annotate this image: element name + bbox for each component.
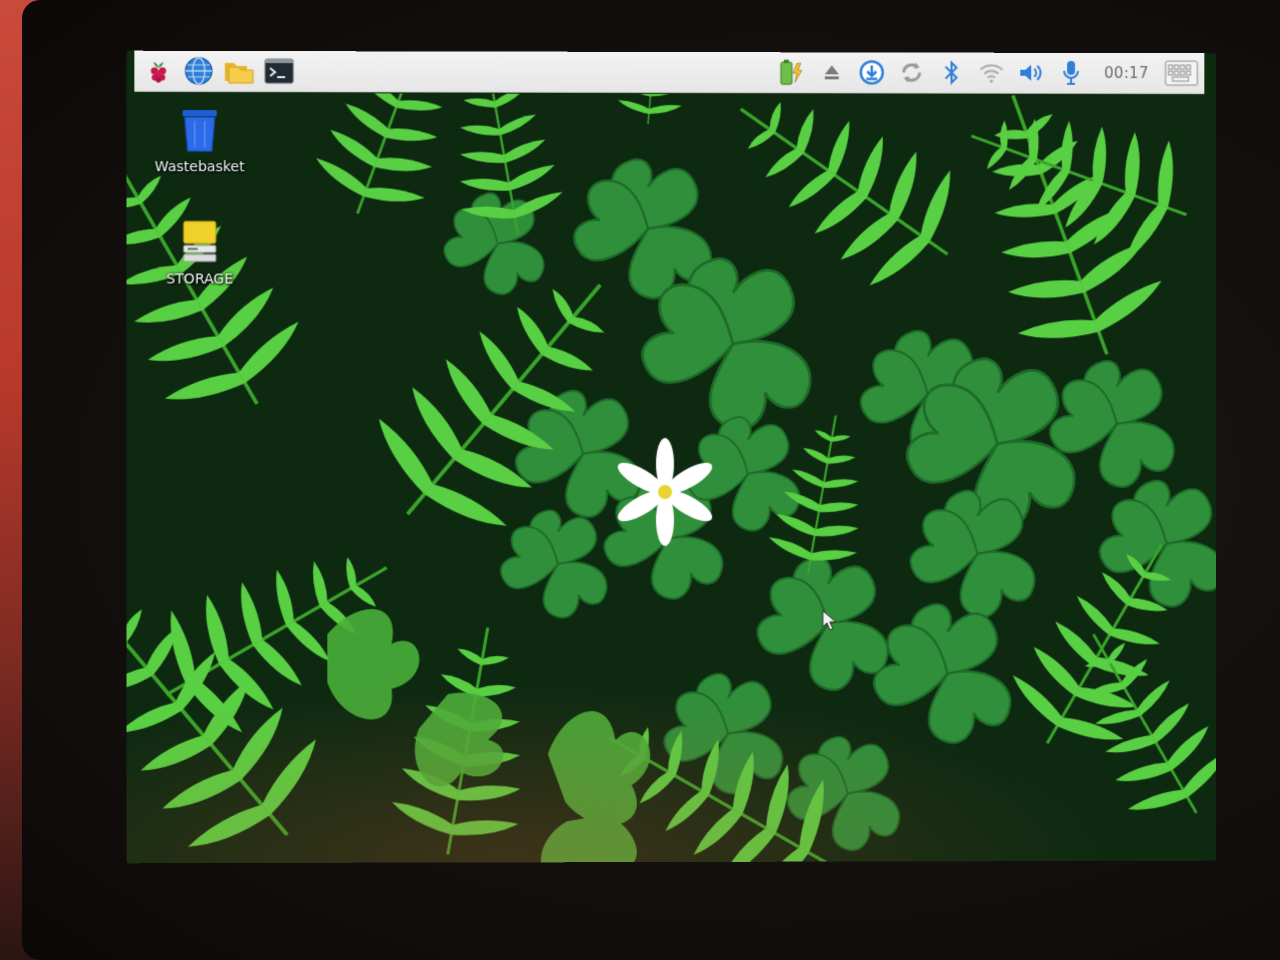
bluetooth-button[interactable]	[935, 57, 969, 89]
eject-icon	[825, 65, 840, 80]
desktop-icon-label: STORAGE	[166, 271, 234, 288]
virtual-keyboard-icon	[1165, 60, 1199, 86]
trash-icon	[182, 109, 217, 152]
desktop-wallpaper[interactable]	[126, 92, 1217, 864]
desktop-icon-label: Wastebasket	[154, 159, 245, 176]
sync-button[interactable]	[895, 57, 929, 89]
wallpaper-art	[126, 92, 1217, 864]
mouse-cursor-icon	[823, 610, 838, 632]
download-icon	[858, 58, 886, 86]
sync-icon	[898, 59, 926, 87]
eject-button[interactable]	[815, 56, 849, 88]
bluetooth-icon	[943, 60, 961, 86]
raspberry-menu-button[interactable]	[142, 55, 174, 87]
folder-icon	[224, 62, 253, 84]
volume-button[interactable]	[1015, 57, 1049, 89]
drive-icon	[182, 220, 216, 262]
terminal-button[interactable]	[263, 55, 295, 87]
clock[interactable]: 00:17	[1094, 64, 1158, 82]
battery-charging-icon	[781, 59, 804, 85]
volume-icon	[1020, 61, 1046, 85]
desktop-icon-wastebasket[interactable]: Wastebasket	[144, 107, 255, 175]
file-manager-button[interactable]	[223, 55, 255, 87]
web-browser-button[interactable]	[183, 55, 215, 87]
microphone-icon	[1061, 60, 1081, 87]
globe-icon	[184, 56, 212, 85]
screen: 00:17 Wastebasket STORAGE	[126, 50, 1217, 864]
desktop-icon-storage[interactable]: STORAGE	[144, 219, 255, 288]
wifi-button[interactable]	[975, 57, 1009, 89]
system-tray: 00:17	[775, 56, 1204, 89]
terminal-icon	[264, 58, 294, 84]
virtual-keyboard-button[interactable]	[1165, 57, 1199, 89]
battery-indicator[interactable]	[775, 56, 809, 88]
microphone-button[interactable]	[1054, 57, 1088, 89]
launcher-group	[134, 55, 295, 87]
wifi-icon	[978, 61, 1006, 83]
updates-button[interactable]	[855, 56, 889, 88]
top-panel: 00:17	[134, 50, 1205, 95]
raspberry-icon	[150, 61, 166, 83]
